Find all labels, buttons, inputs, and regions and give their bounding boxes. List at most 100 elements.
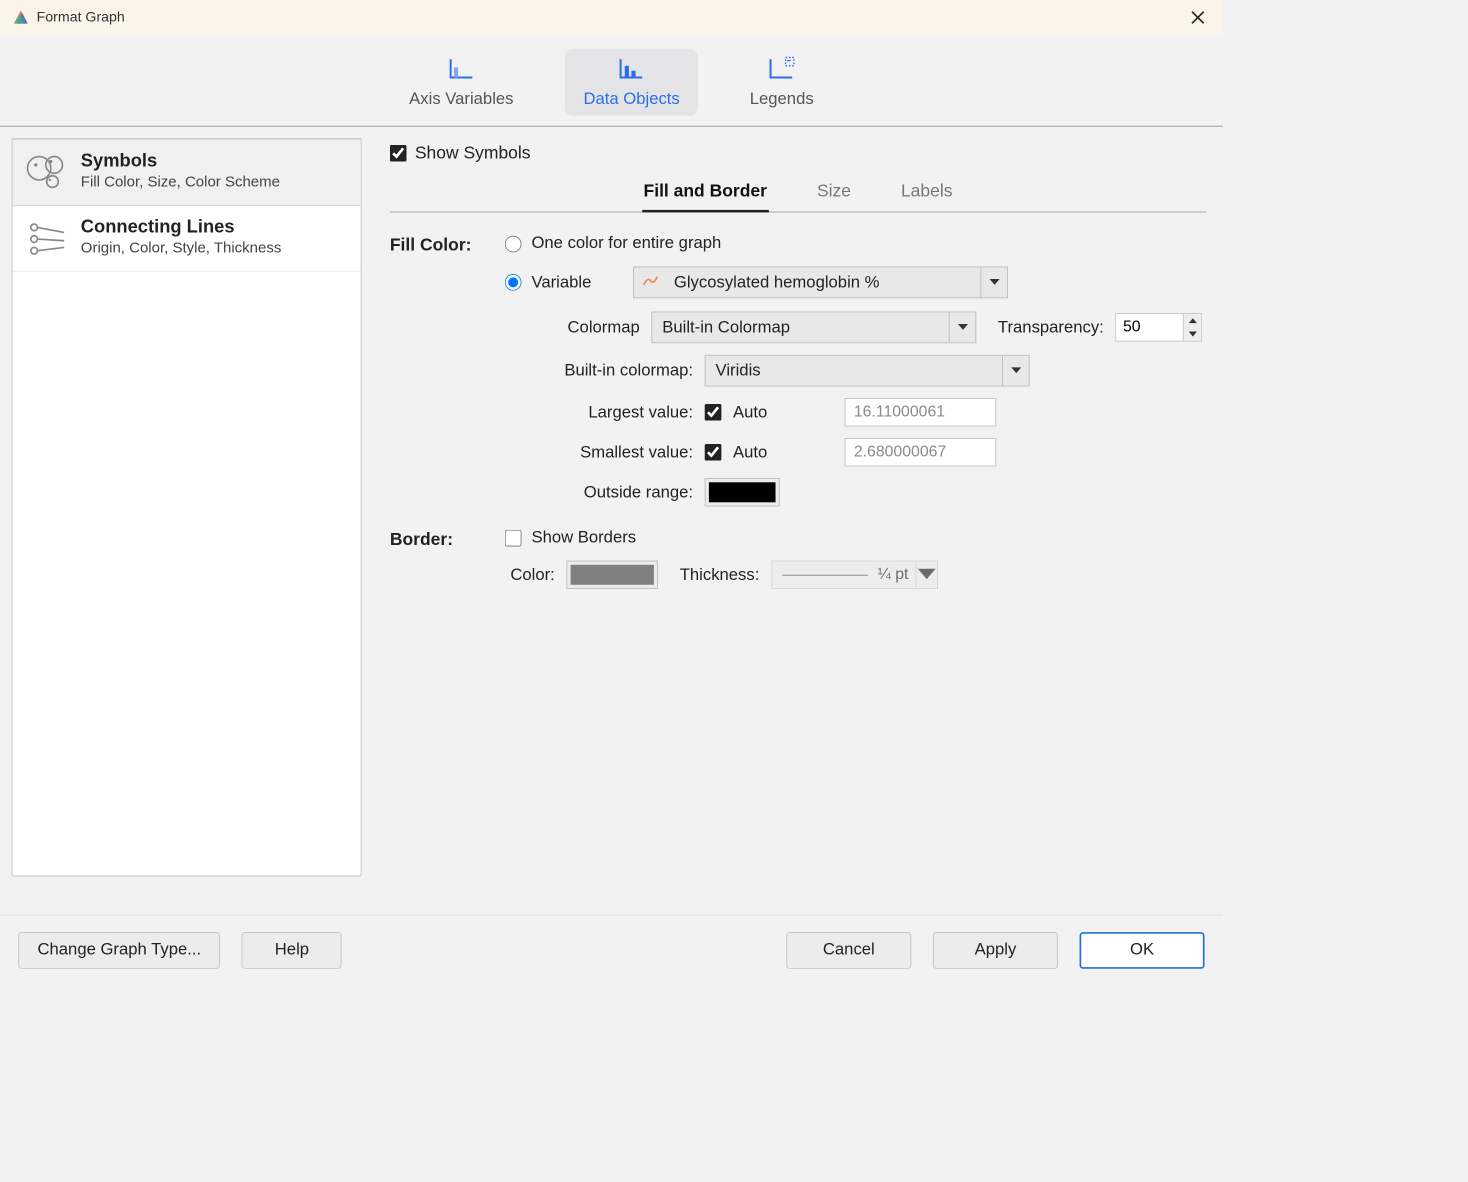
sidebar-item-connecting-lines[interactable]: Connecting Lines Origin, Color, Style, T… xyxy=(12,206,360,272)
window-close-button[interactable] xyxy=(1181,5,1214,30)
footer-right: Cancel Apply OK xyxy=(786,932,1204,969)
variable-combo-text: Glycosylated hemoglobin % xyxy=(664,273,981,292)
fill-color-section: One color for entire graph Variable Glyc… xyxy=(505,234,1206,506)
smallest-value-label: Smallest value: xyxy=(535,443,693,462)
fill-color-section-label: Fill Color: xyxy=(390,234,498,256)
smallest-auto-checkbox[interactable] xyxy=(705,444,722,461)
subtab-size[interactable]: Size xyxy=(815,178,852,208)
footer-left: Change Graph Type... Help xyxy=(18,932,342,969)
ok-button[interactable]: OK xyxy=(1080,932,1205,969)
tab-label: Data Objects xyxy=(583,90,679,109)
transparency-label: Transparency: xyxy=(998,318,1104,337)
one-color-label: One color for entire graph xyxy=(531,234,721,253)
show-borders-label: Show Borders xyxy=(531,528,636,547)
one-color-radio-row: One color for entire graph xyxy=(505,234,1206,253)
colormap-type-combo[interactable]: Built-in Colormap xyxy=(651,312,976,344)
variable-radio-row: Variable Glycosylated hemoglobin % xyxy=(505,267,1206,299)
chevron-down-icon xyxy=(1002,356,1029,386)
border-properties-row: Color: Thickness: ¼ pt xyxy=(505,561,1206,589)
dialog-footer: Change Graph Type... Help Cancel Apply O… xyxy=(0,915,1223,985)
tab-label: Legends xyxy=(750,90,814,109)
tab-axis-variables[interactable]: Axis Variables xyxy=(391,49,532,116)
outside-range-label: Outside range: xyxy=(535,483,693,502)
builtin-colormap-text: Viridis xyxy=(706,361,1003,380)
border-section-label: Border: xyxy=(390,528,498,550)
show-symbols-row: Show Symbols xyxy=(390,143,1206,163)
apply-button[interactable]: Apply xyxy=(933,932,1058,969)
thickness-line-icon xyxy=(782,574,868,575)
border-color-picker[interactable] xyxy=(566,561,658,589)
largest-value-row: Largest value: Auto xyxy=(535,398,1206,426)
outside-range-row: Outside range: xyxy=(535,478,1206,506)
border-section: Show Borders Color: Thickness: ¼ pt xyxy=(505,528,1206,589)
sidebar-subtitle: Fill Color, Size, Color Scheme xyxy=(81,173,280,190)
app-logo-icon xyxy=(12,8,30,26)
form-grid: Fill Color: One color for entire graph V… xyxy=(390,234,1206,589)
colormap-settings: Colormap Built-in Colormap Transparency: xyxy=(535,312,1206,507)
sidebar-object-list: Symbols Fill Color, Size, Color Scheme C… xyxy=(12,138,362,876)
border-color-swatch xyxy=(571,565,654,585)
window-titlebar: Format Graph xyxy=(0,0,1223,35)
change-graph-type-button[interactable]: Change Graph Type... xyxy=(18,932,220,969)
largest-value-input xyxy=(845,398,997,426)
border-thickness-label: Thickness: xyxy=(680,565,760,584)
smallest-value-input xyxy=(845,438,997,466)
subtab-bar: Fill and Border Size Labels xyxy=(390,178,1206,212)
smallest-value-row: Smallest value: Auto xyxy=(535,438,1206,466)
show-borders-row: Show Borders xyxy=(505,528,1206,547)
main-panel: Show Symbols Fill and Border Size Labels… xyxy=(373,138,1211,876)
largest-auto-checkbox[interactable] xyxy=(705,404,722,421)
show-borders-checkbox[interactable] xyxy=(505,529,522,546)
largest-value-label: Largest value: xyxy=(535,403,693,422)
border-thickness-combo[interactable]: ¼ pt xyxy=(771,561,938,589)
symbols-icon xyxy=(24,150,69,195)
top-tab-bar: Axis Variables Data Objects Legends xyxy=(0,35,1223,127)
spin-up-button[interactable] xyxy=(1184,314,1201,327)
colormap-row: Colormap Built-in Colormap Transparency: xyxy=(535,312,1206,344)
axis-variables-icon xyxy=(447,56,475,85)
colormap-label: Colormap xyxy=(535,318,640,337)
border-thickness-text: ¼ pt xyxy=(878,566,909,584)
subtab-fill-border[interactable]: Fill and Border xyxy=(642,178,769,212)
legends-icon xyxy=(768,56,796,85)
sidebar-item-symbols[interactable]: Symbols Fill Color, Size, Color Scheme xyxy=(12,139,360,206)
help-button[interactable]: Help xyxy=(242,932,342,969)
variable-wave-icon xyxy=(642,274,659,291)
sidebar-title: Connecting Lines xyxy=(81,216,282,238)
data-objects-icon xyxy=(617,56,645,85)
content-area: Symbols Fill Color, Size, Color Scheme C… xyxy=(0,127,1223,877)
tab-data-objects[interactable]: Data Objects xyxy=(565,49,698,116)
cancel-button[interactable]: Cancel xyxy=(786,932,911,969)
builtin-colormap-label: Built-in colormap: xyxy=(535,361,693,380)
variable-combo[interactable]: Glycosylated hemoglobin % xyxy=(633,267,1008,299)
tab-label: Axis Variables xyxy=(409,90,513,109)
sidebar-text: Symbols Fill Color, Size, Color Scheme xyxy=(81,150,280,191)
show-symbols-label: Show Symbols xyxy=(415,143,531,163)
chevron-down-icon xyxy=(980,267,1007,297)
sidebar-text: Connecting Lines Origin, Color, Style, T… xyxy=(81,216,282,257)
transparency-input[interactable] xyxy=(1116,318,1183,336)
variable-radio[interactable] xyxy=(505,274,522,291)
auto-label: Auto xyxy=(733,443,833,462)
one-color-radio[interactable] xyxy=(505,235,522,252)
transparency-spinbox[interactable] xyxy=(1115,313,1202,341)
outside-range-colorpicker[interactable] xyxy=(705,478,780,506)
chevron-down-icon xyxy=(915,561,937,588)
tab-legends[interactable]: Legends xyxy=(731,49,832,116)
sidebar-subtitle: Origin, Color, Style, Thickness xyxy=(81,239,282,256)
subtab-labels[interactable]: Labels xyxy=(899,178,954,208)
chevron-down-icon xyxy=(949,312,976,342)
sidebar-title: Symbols xyxy=(81,150,280,172)
connecting-lines-icon xyxy=(24,216,69,261)
spin-down-button[interactable] xyxy=(1184,327,1201,340)
builtin-colormap-combo[interactable]: Viridis xyxy=(705,355,1030,387)
variable-label: Variable xyxy=(531,273,623,292)
spinbox-buttons xyxy=(1183,314,1201,341)
border-color-label: Color: xyxy=(505,565,555,584)
window-title: Format Graph xyxy=(37,9,125,26)
colormap-type-text: Built-in Colormap xyxy=(652,318,949,337)
builtin-colormap-row: Built-in colormap: Viridis xyxy=(535,355,1206,387)
show-symbols-checkbox[interactable] xyxy=(390,145,407,162)
outside-range-swatch xyxy=(709,482,776,502)
auto-label: Auto xyxy=(733,403,833,422)
